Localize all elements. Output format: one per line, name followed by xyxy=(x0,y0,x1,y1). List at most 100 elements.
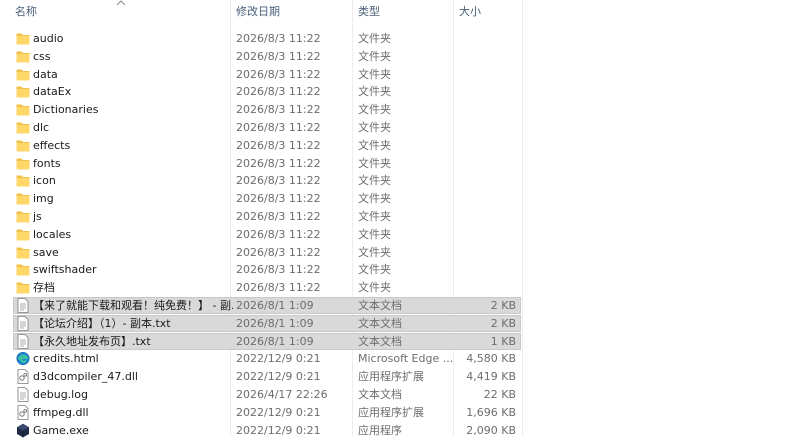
folder-row[interactable]: dlc 2026/8/3 11:22 文件夹 xyxy=(13,119,521,136)
file-type: Microsoft Edge ... xyxy=(358,352,454,366)
file-name: fonts xyxy=(33,156,61,170)
file-type: 文件夹 xyxy=(358,121,391,134)
file-modified-date: 2026/8/3 11:22 xyxy=(236,103,321,117)
exe-icon xyxy=(16,423,30,438)
file-size: 22 KB xyxy=(483,388,516,401)
file-name: css xyxy=(33,49,51,63)
file-modified-date: 2026/8/3 11:22 xyxy=(236,32,321,45)
folder-row[interactable]: dataEx 2026/8/3 11:22 文件夹 xyxy=(13,83,521,100)
file-type: 文件夹 xyxy=(358,210,391,223)
file-name: js xyxy=(33,210,42,223)
text-file-icon xyxy=(16,298,30,313)
file-type: 文件夹 xyxy=(358,103,391,117)
file-row[interactable]: 【来了就能下载和观看！纯免费！】 - 副... 2026/8/1 1:09 文本文档… xyxy=(13,297,521,314)
file-row[interactable]: 【永久地址发布页】.txt 2026/8/1 1:09 文本文档 1 KB xyxy=(13,332,521,350)
folder-row[interactable]: save 2026/8/3 11:22 文件夹 xyxy=(13,244,521,261)
file-name: debug.log xyxy=(33,388,88,401)
file-row[interactable]: Game.exe 2022/12/9 0:21 应用程序 2,090 KB xyxy=(13,422,521,439)
file-row[interactable]: 【论坛介绍】（1）- 副本.txt 2026/8/1 1:09 文本文档 2 KB xyxy=(13,314,521,332)
column-header-name[interactable]: 名称 xyxy=(15,0,37,24)
file-modified-date: 2022/12/9 0:21 xyxy=(236,405,321,419)
file-type: 文件夹 xyxy=(358,85,391,99)
file-type: 文本文档 xyxy=(358,316,402,330)
sort-ascending-icon xyxy=(116,0,126,6)
column-header-size[interactable]: 大小 xyxy=(459,0,481,24)
dll-file-icon xyxy=(16,369,30,385)
file-modified-date: 2026/8/3 11:22 xyxy=(236,67,321,81)
file-row[interactable]: credits.html 2022/12/9 0:21 Microsoft Edge… xyxy=(13,350,521,367)
file-size: 2,090 KB xyxy=(466,423,516,437)
file-size: 1,696 KB xyxy=(466,405,516,419)
file-name: data xyxy=(33,67,58,81)
file-type: 应用程序扩展 xyxy=(358,405,424,419)
folder-row[interactable]: data 2026/8/3 11:22 文件夹 xyxy=(13,66,521,83)
folder-row[interactable]: Dictionaries 2026/8/3 11:22 文件夹 xyxy=(13,101,521,118)
file-type: 文本文档 xyxy=(358,388,402,401)
folder-row[interactable]: img 2026/8/3 11:22 文件夹 xyxy=(13,190,521,207)
text-file-icon xyxy=(16,333,30,349)
folder-icon xyxy=(16,280,30,295)
file-size: 2 KB xyxy=(490,299,516,312)
file-row[interactable]: d3dcompiler_47.dll 2022/12/9 0:21 应用程序扩展 4,… xyxy=(13,368,521,385)
file-type: 文本文档 xyxy=(358,334,402,348)
file-name: dlc xyxy=(33,121,50,134)
folder-icon xyxy=(16,138,30,153)
file-size: 1 KB xyxy=(490,334,516,348)
file-size: 4,419 KB xyxy=(466,370,516,384)
folder-row[interactable]: 存档 2026/8/3 11:22 文件夹 xyxy=(13,279,521,296)
file-modified-date: 2026/8/3 11:22 xyxy=(236,174,321,188)
folder-icon xyxy=(16,173,30,188)
file-name: 存档 xyxy=(33,281,55,295)
file-modified-date: 2026/8/1 1:09 xyxy=(236,299,314,312)
folder-row[interactable]: swiftshader 2026/8/3 11:22 文件夹 xyxy=(13,261,521,278)
text-file-icon xyxy=(16,387,30,402)
column-divider[interactable] xyxy=(522,0,523,436)
file-modified-date: 2022/12/9 0:21 xyxy=(236,370,321,384)
folder-row[interactable]: locales 2026/8/3 11:22 文件夹 xyxy=(13,226,521,243)
folder-icon xyxy=(16,120,30,135)
file-name: dataEx xyxy=(33,85,72,99)
folder-icon xyxy=(16,227,30,242)
folder-icon xyxy=(16,209,30,224)
column-header-type[interactable]: 类型 xyxy=(358,0,380,24)
folder-row[interactable]: audio 2026/8/3 11:22 文件夹 xyxy=(13,30,521,47)
file-name: ffmpeg.dll xyxy=(33,405,89,419)
file-modified-date: 2026/8/3 11:22 xyxy=(236,192,321,206)
folder-row[interactable]: fonts 2026/8/3 11:22 文件夹 xyxy=(13,155,521,172)
dll-file-icon xyxy=(16,404,30,420)
file-type: 文件夹 xyxy=(358,263,391,277)
file-row[interactable]: ffmpeg.dll 2022/12/9 0:21 应用程序扩展 1,696 KB xyxy=(13,404,521,421)
file-modified-date: 2026/8/3 11:22 xyxy=(236,49,321,63)
file-type: 文件夹 xyxy=(358,156,391,170)
file-type: 文件夹 xyxy=(358,192,391,206)
folder-row[interactable]: css 2026/8/3 11:22 文件夹 xyxy=(13,48,521,65)
folder-icon xyxy=(16,49,30,64)
folder-row[interactable]: icon 2026/8/3 11:22 文件夹 xyxy=(13,172,521,189)
file-modified-date: 2026/8/1 1:09 xyxy=(236,316,314,330)
file-type: 文件夹 xyxy=(358,281,391,295)
file-type: 文件夹 xyxy=(358,138,391,152)
file-modified-date: 2026/8/3 11:22 xyxy=(236,138,321,152)
file-name: d3dcompiler_47.dll xyxy=(33,370,138,384)
file-name: Dictionaries xyxy=(33,103,99,117)
file-modified-date: 2026/8/1 1:09 xyxy=(236,334,314,348)
file-type: 应用程序扩展 xyxy=(358,370,424,384)
file-name: audio xyxy=(33,32,64,45)
file-size: 2 KB xyxy=(490,316,516,330)
file-type: 文件夹 xyxy=(358,49,391,63)
folder-icon xyxy=(16,84,30,99)
file-name: 【论坛介绍】（1）- 副本.txt xyxy=(33,316,171,330)
file-name: effects xyxy=(33,138,71,152)
folder-icon xyxy=(16,262,30,277)
file-modified-date: 2026/4/17 22:26 xyxy=(236,388,328,401)
file-type: 文件夹 xyxy=(358,227,391,241)
column-header-bar: 名称 修改日期 类型 大小 xyxy=(0,0,800,24)
folder-row[interactable]: effects 2026/8/3 11:22 文件夹 xyxy=(13,137,521,154)
file-name: 【永久地址发布页】.txt xyxy=(33,334,151,348)
folder-icon xyxy=(16,156,30,171)
column-header-modified[interactable]: 修改日期 xyxy=(236,0,280,24)
file-name: locales xyxy=(33,227,72,241)
folder-row[interactable]: js 2026/8/3 11:22 文件夹 xyxy=(13,208,521,225)
file-row[interactable]: debug.log 2026/4/17 22:26 文本文档 22 KB xyxy=(13,386,521,403)
folder-icon xyxy=(16,245,30,260)
